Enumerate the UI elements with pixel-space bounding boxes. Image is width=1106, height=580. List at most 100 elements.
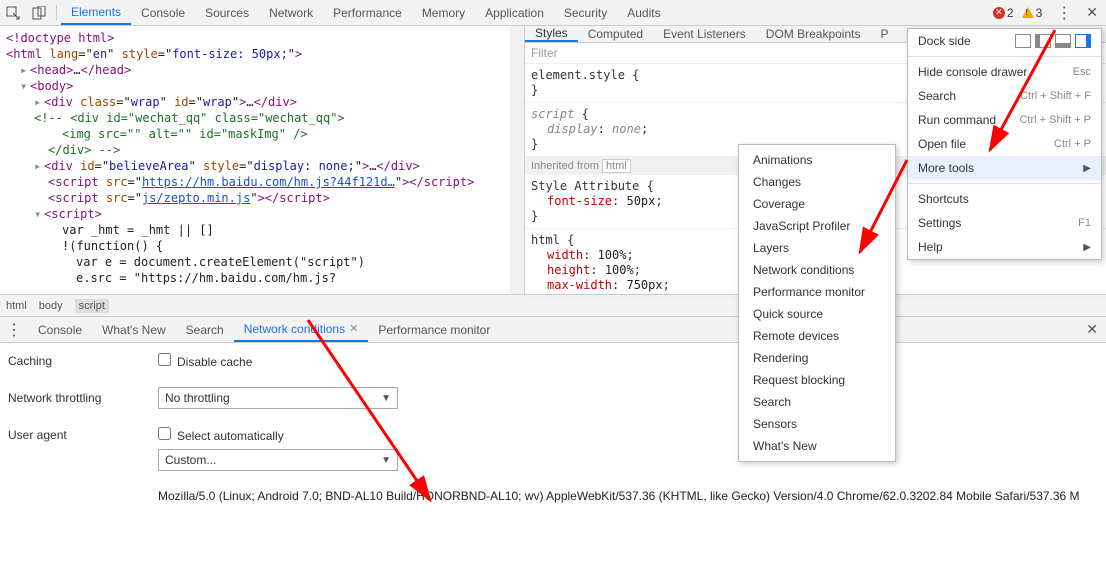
- scrollbar[interactable]: [510, 26, 524, 294]
- dock-undock-icon[interactable]: [1015, 34, 1031, 48]
- throttling-select[interactable]: No throttling▼: [158, 387, 398, 409]
- select-auto-checkbox[interactable]: Select automatically: [158, 429, 284, 443]
- p42: height: [547, 263, 590, 277]
- id2: believeArea: [109, 159, 188, 173]
- comment1: <!-- <div id="wechat_qq" class="wechat_q…: [34, 111, 345, 125]
- dock-left-icon[interactable]: [1035, 34, 1051, 48]
- lang-val: en: [93, 47, 107, 61]
- v42: 100%: [605, 263, 634, 277]
- sel4: html: [531, 233, 560, 247]
- submenu-quick-source[interactable]: Quick source: [739, 303, 895, 325]
- tab-network[interactable]: Network: [259, 0, 323, 25]
- ua-string-input[interactable]: Mozilla/5.0 (Linux; Android 7.0; BND-AL1…: [158, 489, 1098, 503]
- p3: font-size: [547, 194, 612, 208]
- styles-tab-listeners[interactable]: Event Listeners: [653, 26, 756, 42]
- menu-search[interactable]: SearchCtrl + Shift + F: [908, 84, 1101, 108]
- main-tabs: Elements Console Sources Network Perform…: [61, 0, 671, 25]
- script-src2[interactable]: js/zepto.min.js: [142, 191, 250, 205]
- menu-open-file[interactable]: Open fileCtrl + P: [908, 132, 1101, 156]
- submenu-perfmon[interactable]: Performance monitor: [739, 281, 895, 303]
- disable-cache-checkbox[interactable]: Disable cache: [158, 355, 252, 369]
- drawer-tab-console[interactable]: Console: [28, 317, 92, 342]
- filter-input[interactable]: Filter: [531, 46, 558, 60]
- sel2: script: [531, 107, 574, 121]
- main-dropdown-menu: Dock side Hide console drawerEsc SearchC…: [907, 28, 1102, 260]
- submenu-animations[interactable]: Animations: [739, 149, 895, 171]
- menu-settings[interactable]: SettingsF1: [908, 211, 1101, 235]
- tab-performance[interactable]: Performance: [323, 0, 412, 25]
- p41: width: [547, 248, 583, 262]
- submenu-search[interactable]: Search: [739, 391, 895, 413]
- crumb-script[interactable]: script: [75, 299, 109, 313]
- v43: 750px: [626, 278, 662, 292]
- drawer-tab-search[interactable]: Search: [176, 317, 234, 342]
- ua-label: User agent: [8, 428, 158, 442]
- tab-elements[interactable]: Elements: [61, 0, 131, 25]
- device-toggle-icon[interactable]: [26, 0, 52, 26]
- submenu-coverage[interactable]: Coverage: [739, 193, 895, 215]
- drawer-tabs: ⋮ Console What's New Search Network cond…: [0, 316, 1106, 343]
- submenu-request-blocking[interactable]: Request blocking: [739, 369, 895, 391]
- submenu-changes[interactable]: Changes: [739, 171, 895, 193]
- submenu-remote-devices[interactable]: Remote devices: [739, 325, 895, 347]
- comment2: <img src="" alt="" id="maskImg" />: [62, 127, 308, 141]
- style-val: font-size: 50px;: [172, 47, 288, 61]
- inherit-tag[interactable]: html: [602, 159, 631, 173]
- st2: display: none;: [254, 159, 355, 173]
- sel3: Style Attribute: [531, 179, 639, 193]
- tab-console[interactable]: Console: [131, 0, 195, 25]
- chevron-down-icon: ▼: [381, 455, 391, 466]
- submenu-rendering[interactable]: Rendering: [739, 347, 895, 369]
- styles-tab-styles[interactable]: Styles: [525, 26, 578, 42]
- menu-run-command[interactable]: Run commandCtrl + Shift + P: [908, 108, 1101, 132]
- drawer-tab-whatsnew[interactable]: What's New: [92, 317, 176, 342]
- chevron-right-icon: ▶: [1083, 163, 1091, 174]
- drawer-tab-perfmon[interactable]: Performance monitor: [368, 317, 500, 342]
- drawer-tab-network-conditions[interactable]: Network conditions✕: [234, 317, 369, 342]
- menu-shortcuts[interactable]: Shortcuts: [908, 187, 1101, 211]
- submenu-network-conditions[interactable]: Network conditions: [739, 259, 895, 281]
- js2: !(function() {: [62, 239, 163, 253]
- js3: var e = document.createElement("script"): [76, 255, 365, 269]
- more-tools-submenu: Animations Changes Coverage JavaScript P…: [738, 144, 896, 462]
- error-count[interactable]: ✕2: [993, 6, 1014, 20]
- doctype: <!doctype html>: [6, 31, 114, 45]
- styles-tab-more[interactable]: P: [870, 26, 898, 42]
- menu-help[interactable]: Help▶: [908, 235, 1101, 259]
- inspect-icon[interactable]: [0, 0, 26, 26]
- kebab-menu-icon[interactable]: ⋮: [1050, 3, 1078, 23]
- tab-audits[interactable]: Audits: [617, 0, 670, 25]
- tab-sources[interactable]: Sources: [195, 0, 259, 25]
- menu-more-tools[interactable]: More tools▶: [908, 156, 1101, 180]
- dock-right-icon[interactable]: [1075, 34, 1091, 48]
- crumb-html[interactable]: html: [6, 300, 27, 312]
- drawer-menu-icon[interactable]: ⋮: [0, 320, 28, 340]
- submenu-js-profiler[interactable]: JavaScript Profiler: [739, 215, 895, 237]
- warning-count[interactable]: 3: [1022, 6, 1043, 20]
- ua-select[interactable]: Custom...▼: [158, 449, 398, 471]
- js4: e.src = "https://hm.baidu.com/hm.js?: [76, 271, 336, 285]
- submenu-whatsnew[interactable]: What's New: [739, 435, 895, 457]
- dock-bottom-icon[interactable]: [1055, 34, 1071, 48]
- elements-tree[interactable]: <!doctype html> <html lang="en" style="f…: [0, 26, 525, 294]
- crumb-body[interactable]: body: [39, 300, 63, 312]
- id: wrap: [203, 95, 232, 109]
- script-src1[interactable]: https://hm.baidu.com/hm.js?44f121d…: [142, 175, 395, 189]
- tab-security[interactable]: Security: [554, 0, 617, 25]
- menu-hide-drawer[interactable]: Hide console drawerEsc: [908, 60, 1101, 84]
- tab-application[interactable]: Application: [475, 0, 554, 25]
- d: …: [246, 95, 253, 109]
- drawer-close-icon[interactable]: ✕: [1078, 321, 1106, 338]
- close-tab-icon[interactable]: ✕: [349, 322, 358, 335]
- submenu-sensors[interactable]: Sensors: [739, 413, 895, 435]
- network-conditions-panel: Caching Disable cache Network throttling…: [0, 343, 1106, 513]
- menu-dock-side[interactable]: Dock side: [908, 29, 1101, 53]
- close-icon[interactable]: ✕: [1078, 4, 1106, 21]
- tab-memory[interactable]: Memory: [412, 0, 475, 25]
- styles-tab-computed[interactable]: Computed: [578, 26, 653, 42]
- v2: none: [612, 122, 641, 136]
- v3: 50px: [626, 194, 655, 208]
- submenu-layers[interactable]: Layers: [739, 237, 895, 259]
- styles-tab-dom-bp[interactable]: DOM Breakpoints: [756, 26, 871, 42]
- comment3: </div> -->: [48, 143, 120, 157]
